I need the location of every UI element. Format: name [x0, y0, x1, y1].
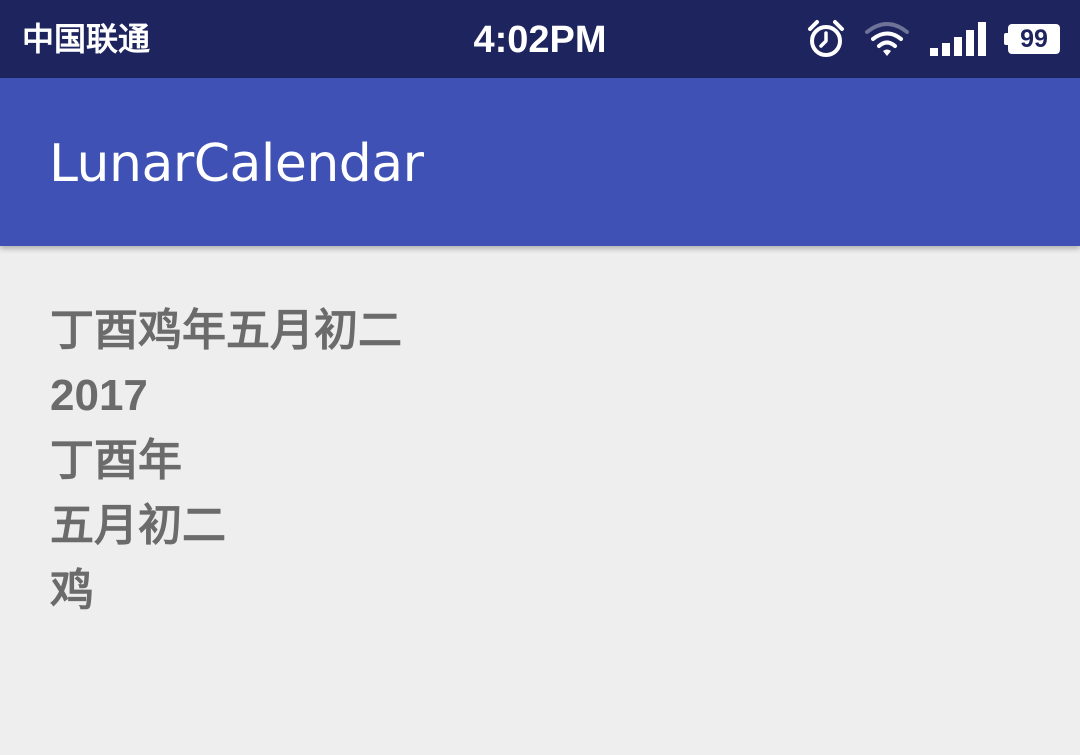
alarm-icon — [806, 19, 846, 59]
lunar-info-panel: 丁酉鸡年五月初二 2017 丁酉年 五月初二 鸡 — [50, 298, 402, 623]
gregorian-year: 2017 — [50, 371, 148, 420]
app-title: LunarCalendar — [49, 134, 424, 194]
lunar-month-day: 五月初二 — [50, 500, 226, 551]
ganzhi-year: 丁酉年 — [50, 435, 182, 486]
status-bar: 中国联通 4:02PM 99 — [0, 0, 1080, 78]
wifi-icon — [864, 21, 910, 57]
app-toolbar: LunarCalendar — [0, 78, 1080, 246]
lunar-full-date: 丁酉鸡年五月初二 — [50, 305, 402, 356]
zodiac-animal: 鸡 — [50, 565, 94, 616]
battery-icon: 99 — [1004, 24, 1060, 54]
battery-level-text: 99 — [1020, 25, 1048, 53]
signal-icon — [930, 22, 986, 56]
status-icons: 99 — [806, 17, 1060, 61]
